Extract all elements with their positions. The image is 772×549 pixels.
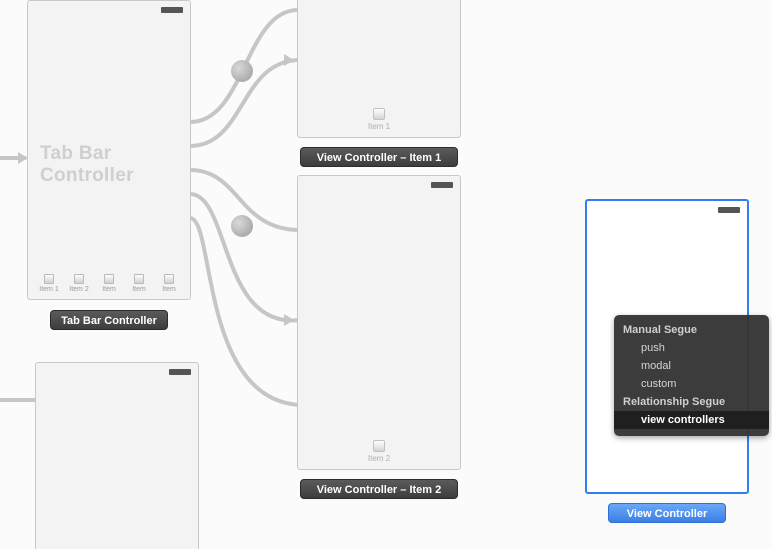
tabbar-item-label: Item 2	[69, 286, 88, 293]
storyboard-canvas[interactable]: Tab Bar Controller Item 1 Item 2 Item It…	[0, 0, 772, 549]
popup-heading-manual: Manual Segue	[623, 321, 760, 339]
segue-node-icon[interactable]	[231, 60, 253, 82]
status-bar-icon	[161, 7, 183, 13]
scene-title: Tab Bar Controller	[40, 143, 190, 187]
tabbar-stub: Item 1	[298, 108, 460, 131]
segue-node-icon[interactable]	[231, 215, 253, 237]
tabbar-item-label: Item	[102, 286, 116, 293]
tabbar-item[interactable]: Item 1	[36, 274, 62, 293]
tabbar: Item 1 Item 2 Item Item Item	[36, 274, 182, 293]
tabbar-stub-label: Item 2	[368, 454, 390, 463]
tabbar-item[interactable]: Item	[156, 274, 182, 293]
tabbar-item-label: Item	[162, 286, 176, 293]
scene-tab-bar-controller[interactable]: Tab Bar Controller Item 1 Item 2 Item It…	[27, 0, 191, 300]
tab-icon	[74, 274, 84, 284]
tabbar-stub: Item 2	[298, 440, 460, 463]
scene-label-view-controller[interactable]: View Controller	[608, 503, 726, 523]
tabbar-item-label: Item 1	[39, 286, 58, 293]
segue-arrow-icon	[284, 54, 294, 66]
scene-label-item-2[interactable]: View Controller – Item 2	[300, 479, 458, 499]
status-bar-icon	[431, 182, 453, 188]
segue-popup[interactable]: Manual Segue push modal custom Relations…	[614, 315, 769, 436]
tab-icon	[134, 274, 144, 284]
popup-option-push[interactable]: push	[623, 339, 760, 357]
scene-view-controller-item-2[interactable]: Item 2	[297, 175, 461, 470]
tab-icon	[373, 108, 385, 120]
tabbar-item-label: Item	[132, 286, 146, 293]
scene-partial[interactable]	[35, 362, 199, 549]
status-bar-icon	[169, 369, 191, 375]
scene-label-item-1[interactable]: View Controller – Item 1	[300, 147, 458, 167]
popup-option-custom[interactable]: custom	[623, 375, 760, 393]
tabbar-stub-label: Item 1	[368, 122, 390, 131]
segue-arrow-icon	[284, 314, 294, 326]
tabbar-item[interactable]: Item	[96, 274, 122, 293]
tab-icon	[373, 440, 385, 452]
popup-heading-relationship: Relationship Segue	[623, 393, 760, 411]
tabbar-item[interactable]: Item	[126, 274, 152, 293]
scene-label-tab-bar-controller[interactable]: Tab Bar Controller	[50, 310, 168, 330]
status-bar-icon	[718, 207, 740, 213]
tab-icon	[164, 274, 174, 284]
tab-icon	[44, 274, 54, 284]
tab-icon	[104, 274, 114, 284]
popup-option-view-controllers[interactable]: view controllers	[614, 411, 769, 429]
tabbar-item[interactable]: Item 2	[66, 274, 92, 293]
scene-view-controller-item-1[interactable]: Item 1	[297, 0, 461, 138]
popup-option-modal[interactable]: modal	[623, 357, 760, 375]
